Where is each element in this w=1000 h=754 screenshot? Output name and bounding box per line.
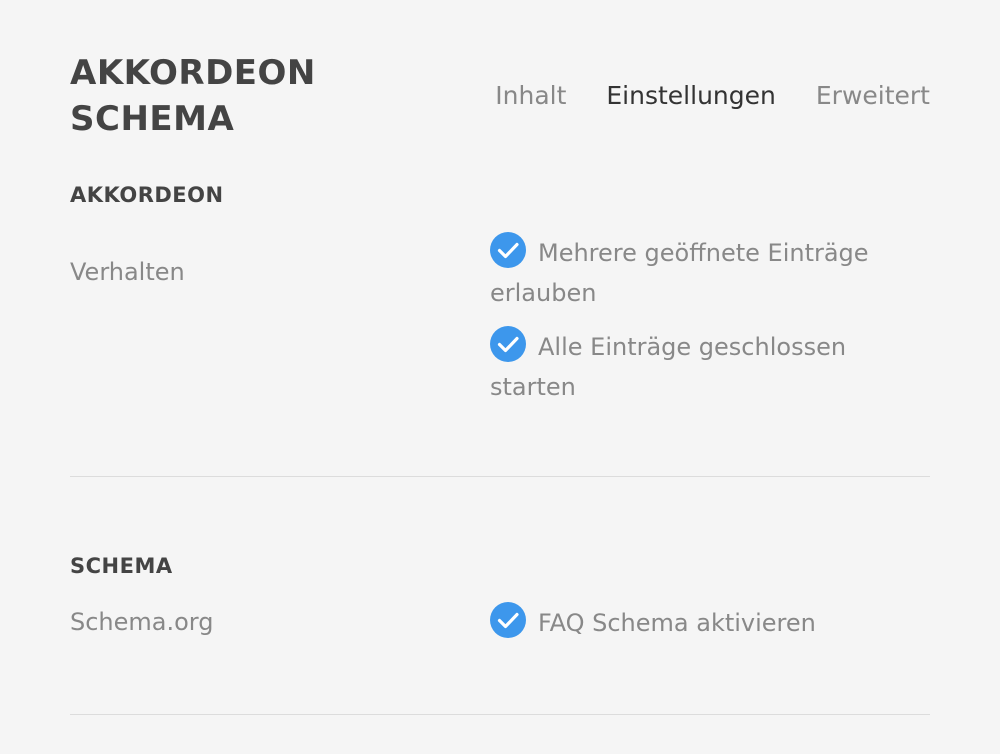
tab-einstellungen[interactable]: Einstellungen <box>606 78 775 114</box>
panel-title: AKKORDEON SCHEMA <box>70 53 316 139</box>
section-divider <box>70 476 930 477</box>
option-multiple-open[interactable]: Mehrere geöffnete Einträge erlauben <box>490 232 910 313</box>
option-all-closed[interactable]: Alle Einträge geschlossen starten <box>490 326 910 407</box>
option-label: Alle Einträge geschlossen starten <box>490 333 847 401</box>
checkmark-circle-icon[interactable] <box>490 602 526 638</box>
settings-panel: AKKORDEON SCHEMA Inhalt Einstellungen Er… <box>70 0 930 754</box>
checkmark-circle-icon[interactable] <box>490 326 526 362</box>
tab-erweitert[interactable]: Erweitert <box>816 78 930 114</box>
field-label-verhalten: Verhalten <box>70 258 185 286</box>
tab-bar: Inhalt Einstellungen Erweitert <box>495 78 930 114</box>
section-heading-akkordeon: AKKORDEON <box>70 183 224 207</box>
option-faq-schema[interactable]: FAQ Schema aktivieren <box>490 602 910 643</box>
checkmark-circle-icon[interactable] <box>490 232 526 268</box>
section-divider <box>70 714 930 715</box>
option-label: FAQ Schema aktivieren <box>538 609 816 637</box>
field-label-schema-org: Schema.org <box>70 608 214 636</box>
option-label: Mehrere geöffnete Einträge erlauben <box>490 239 869 307</box>
tab-inhalt[interactable]: Inhalt <box>495 78 566 114</box>
section-heading-schema: SCHEMA <box>70 554 173 578</box>
